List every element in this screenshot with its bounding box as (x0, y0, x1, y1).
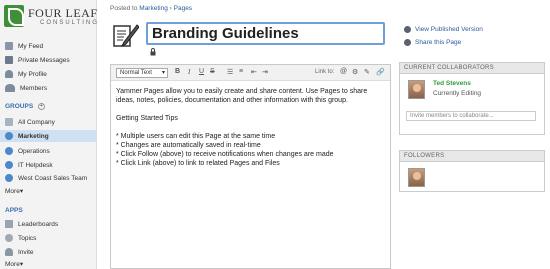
breadcrumb-separator: › (169, 5, 172, 12)
chevron-down-icon: ▾ (19, 188, 24, 195)
avatar[interactable] (408, 168, 425, 187)
leaderboard-icon (5, 220, 13, 228)
sidebar-item-label: My Profile (18, 70, 47, 78)
company-icon (5, 118, 13, 126)
sidebar-item-label: My Feed (18, 42, 44, 50)
group-icon (5, 161, 13, 169)
sidebar-item-my-profile[interactable]: My Profile (0, 68, 96, 80)
logo-subtitle: CONSULTING (40, 20, 99, 26)
breadcrumb-pages-link[interactable]: Pages (174, 5, 192, 12)
sidebar-item-label: All Company (18, 118, 55, 126)
underline-button[interactable]: U (199, 68, 204, 75)
tip-line: * Multiple users can edit this Page at t… (116, 133, 276, 140)
italic-button[interactable]: I (188, 68, 190, 76)
chevron-down-icon: ▾ (19, 261, 24, 268)
message-icon (5, 56, 13, 64)
sidebar-item-label: Leaderboards (18, 220, 59, 228)
page-editor[interactable]: Normal Text B I U S ☰ ≡ ⇤ ⇥ Link to: @ ⚙… (110, 64, 391, 269)
apps-more-link[interactable]: More▾ (5, 260, 23, 268)
groups-heading-label: GROUPS (5, 103, 34, 111)
editor-toolbar: Normal Text B I U S ☰ ≡ ⇤ ⇥ Link to: @ ⚙… (111, 65, 390, 81)
sidebar-item-label: Private Messages (18, 56, 70, 64)
groups-more-link[interactable]: More▾ (5, 187, 23, 195)
tip-line: * Changes are automatically saved in rea… (116, 142, 261, 149)
collaborators-heading: CURRENT COLLABORATORS (400, 63, 544, 74)
view-icon (404, 26, 411, 33)
breadcrumb: Posted to Marketing › Pages (110, 5, 192, 12)
sidebar-item-my-feed[interactable]: My Feed (0, 40, 96, 52)
followers-heading: FOLLOWERS (400, 151, 544, 162)
avatar[interactable] (408, 80, 425, 99)
share-icon (404, 39, 411, 46)
followers-panel: FOLLOWERS (399, 150, 545, 192)
invite-icon (5, 248, 13, 256)
groups-heading: GROUPS + (5, 103, 45, 110)
group-icon (5, 174, 13, 182)
strikethrough-button[interactable]: S (210, 68, 215, 75)
groups-more-label: More (5, 188, 20, 195)
bold-button[interactable]: B (175, 68, 180, 75)
sidebar-item-leaderboards[interactable]: Leaderboards (0, 218, 96, 230)
sidebar-item-private-messages[interactable]: Private Messages (0, 54, 96, 66)
profile-icon (5, 70, 13, 78)
members-icon (5, 84, 15, 92)
apps-more-label: More (5, 261, 20, 268)
page-link-icon[interactable]: 🔗 (376, 68, 385, 76)
share-page-label: Share this Page (415, 39, 462, 46)
page-edit-icon (113, 24, 139, 48)
sidebar-item-label: Marketing (18, 132, 49, 140)
collaborators-panel: CURRENT COLLABORATORS Ted Stevens Curren… (399, 62, 545, 135)
page-title-input[interactable]: Branding Guidelines (146, 22, 385, 45)
view-published-link[interactable]: View Published Version (404, 26, 483, 33)
feed-icon (5, 42, 13, 50)
collaborator-status: Currently Editing (433, 90, 482, 97)
group-icon (5, 132, 13, 140)
tips-heading: Getting Started Tips (116, 115, 178, 122)
sidebar: FOUR LEAF CONSULTING My Feed Private Mes… (0, 0, 97, 269)
sidebar-item-label: West Coast Sales Team (18, 174, 88, 182)
outdent-icon[interactable]: ⇤ (251, 68, 257, 76)
at-mention-icon[interactable]: @ (340, 68, 347, 75)
indent-icon[interactable]: ⇥ (262, 68, 268, 76)
share-page-link[interactable]: Share this Page (404, 39, 461, 46)
sidebar-item-label: Members (20, 84, 48, 92)
settings-icon[interactable]: ⚙ (352, 68, 358, 76)
breadcrumb-group-link[interactable]: Marketing (139, 5, 168, 12)
collaborator-name[interactable]: Ted Stevens (433, 80, 471, 87)
logo-title: FOUR LEAF (28, 6, 98, 20)
link-to-label: Link to: (315, 69, 335, 75)
group-icon (5, 147, 13, 155)
sidebar-item-all-company[interactable]: All Company (0, 116, 96, 128)
view-published-label: View Published Version (415, 26, 483, 33)
sidebar-item-marketing[interactable]: Marketing (0, 130, 96, 142)
leaf-logo-icon (4, 5, 24, 27)
invite-collaborator-input[interactable]: Invite members to collaborate... (406, 111, 536, 121)
sidebar-item-label: Topics (18, 234, 37, 242)
sidebar-item-label: IT Helpdesk (18, 161, 53, 169)
sidebar-item-topics[interactable]: Topics (0, 232, 96, 244)
sidebar-item-it-helpdesk[interactable]: IT Helpdesk (0, 159, 96, 171)
bulleted-list-icon[interactable]: ☰ (227, 68, 233, 76)
editor-content[interactable]: Yammer Pages allow you to easily create … (116, 87, 386, 168)
apps-heading: APPS (5, 207, 23, 214)
intro-paragraph: Yammer Pages allow you to easily create … (116, 88, 368, 104)
sidebar-item-label: Invite (18, 248, 34, 256)
page-title: Branding Guidelines (152, 25, 299, 42)
topics-icon (5, 234, 13, 242)
format-select[interactable]: Normal Text (116, 68, 168, 78)
numbered-list-icon[interactable]: ≡ (239, 68, 243, 75)
tip-line: * Click Link (above) to link to related … (116, 160, 280, 167)
attachment-icon[interactable]: ✎ (364, 68, 370, 76)
lock-icon[interactable] (150, 48, 156, 56)
sidebar-item-operations[interactable]: Operations (0, 145, 96, 157)
sidebar-item-west-coast-sales-team[interactable]: West Coast Sales Team (0, 172, 96, 184)
tip-line: * Click Follow (above) to receive notifi… (116, 151, 334, 158)
sidebar-item-members[interactable]: Members (0, 82, 96, 94)
breadcrumb-prefix: Posted to (110, 5, 138, 12)
sidebar-item-label: Operations (18, 147, 50, 155)
sidebar-item-invite[interactable]: Invite (0, 246, 96, 258)
four-leaf-logo[interactable]: FOUR LEAF CONSULTING (4, 5, 99, 31)
add-group-icon[interactable]: + (37, 103, 45, 110)
